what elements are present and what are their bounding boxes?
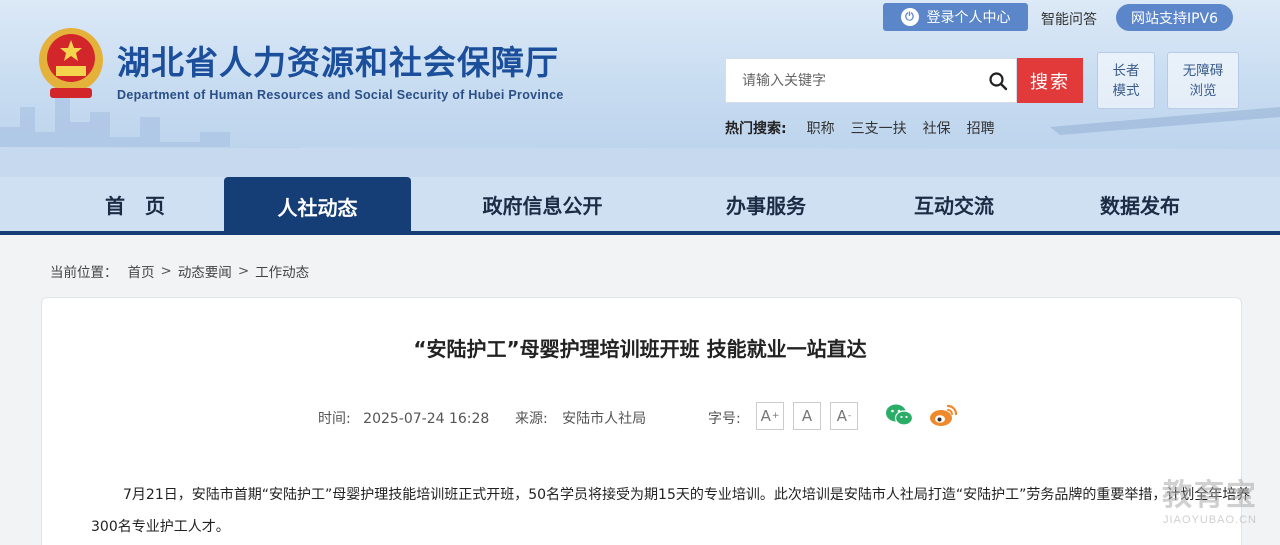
main-nav: 首 页 人社动态 政府信息公开 办事服务 互动交流 数据发布 [0, 177, 1280, 235]
article-body: 7月21日，安陆市首期“安陆护工”母婴护理技能培训班正式开班，50名学员将接受为… [91, 479, 1261, 543]
nav-item-gov-info[interactable]: 政府信息公开 [445, 177, 640, 231]
search-icon[interactable] [988, 71, 1008, 91]
breadcrumb-separator: > [160, 263, 172, 279]
watermark-en: JIAOYUBAO.CN [1163, 514, 1257, 526]
breadcrumb-item-home[interactable]: 首页 [128, 261, 155, 281]
nav-item-news[interactable]: 人社动态 [224, 177, 411, 235]
site-title: 湖北省人力资源和社会保障厅 [117, 43, 559, 82]
hot-search-label: 热门搜索: [725, 121, 787, 137]
breadcrumb-separator: > [237, 263, 250, 279]
search-input[interactable] [726, 59, 976, 102]
hot-search-item[interactable]: 三支一扶 [851, 118, 907, 138]
nav-item-services[interactable]: 办事服务 [680, 177, 852, 231]
font-increase-label: A [760, 407, 771, 425]
font-decrease-label: A [836, 407, 847, 425]
watermark-cn: 教育宝 [1162, 478, 1258, 513]
hot-search-item[interactable]: 社保 [923, 118, 951, 138]
article-source: 来源: 安陆市人社局 [515, 408, 646, 428]
accessible-mode-button[interactable]: 无障碍 浏览 [1167, 52, 1239, 109]
nav-item-data[interactable]: 数据发布 [1054, 177, 1226, 231]
breadcrumb: 当前位置： 首页 > 动态要闻 > 工作动态 [50, 261, 309, 281]
font-size-label: 字号: [708, 411, 741, 427]
header-banner: 湖北省人力资源和社会保障厅 Department of Human Resour… [0, 0, 1280, 177]
accessible-mode-line1: 无障碍 [1182, 62, 1224, 79]
time-value: 2025-07-24 16:28 [363, 411, 490, 427]
hot-search-item[interactable]: 招聘 [967, 118, 995, 138]
font-reset-button[interactable]: A [793, 402, 821, 430]
hot-search: 热门搜索: 职称 三支一扶 社保 招聘 [725, 118, 1011, 138]
source-label: 来源: [515, 411, 548, 427]
accessible-mode-line2: 浏览 [1189, 82, 1217, 99]
article-time: 时间: 2025-07-24 16:28 [318, 408, 489, 428]
article-paragraph: 7月21日，安陆市首期“安陆护工”母婴护理技能培训班正式开班，50名学员将接受为… [91, 487, 1251, 535]
login-label: 登录个人中心 [926, 10, 1011, 26]
search-box [725, 58, 1017, 103]
national-emblem-icon [39, 28, 103, 98]
elder-mode-line2: 模式 [1112, 82, 1140, 99]
breadcrumb-label: 当前位置： [50, 265, 118, 281]
elder-mode-line1: 长者 [1112, 62, 1140, 79]
ipv6-badge[interactable]: 网站支持IPV6 [1116, 4, 1233, 31]
nav-item-interaction[interactable]: 互动交流 [868, 177, 1040, 231]
hot-search-item[interactable]: 职称 [807, 118, 835, 138]
source-value: 安陆市人社局 [562, 411, 647, 427]
wechat-share-icon[interactable] [884, 402, 914, 428]
smart-qa-link[interactable]: 智能问答 [1041, 9, 1097, 29]
user-icon: ⏻ [900, 8, 919, 26]
nav-item-home[interactable]: 首 页 [40, 177, 230, 231]
weibo-share-icon[interactable] [928, 402, 958, 428]
login-button[interactable]: ⏻ 登录个人中心 [883, 3, 1028, 31]
site-subtitle: Department of Human Resources and Social… [117, 88, 564, 102]
article-title: “安陆护工”母婴护理培训班开班 技能就业一站直达 [413, 337, 867, 361]
font-decrease-button[interactable]: A- [830, 402, 858, 430]
font-increase-button[interactable]: A + [756, 402, 784, 430]
font-reset-label: A [801, 407, 813, 425]
article-meta: 时间: 2025-07-24 16:28 来源: 安陆市人社局 字号: A + A… [0, 402, 1280, 430]
search-button[interactable]: 搜索 [1017, 58, 1083, 103]
elder-mode-button[interactable]: 长者 模式 [1097, 52, 1155, 109]
watermark: 教育宝 JIAOYUBAO.CN [1162, 470, 1258, 526]
breadcrumb-item-news[interactable]: 动态要闻 [178, 261, 232, 281]
breadcrumb-item-work[interactable]: 工作动态 [255, 261, 309, 281]
time-label: 时间: [318, 411, 351, 427]
